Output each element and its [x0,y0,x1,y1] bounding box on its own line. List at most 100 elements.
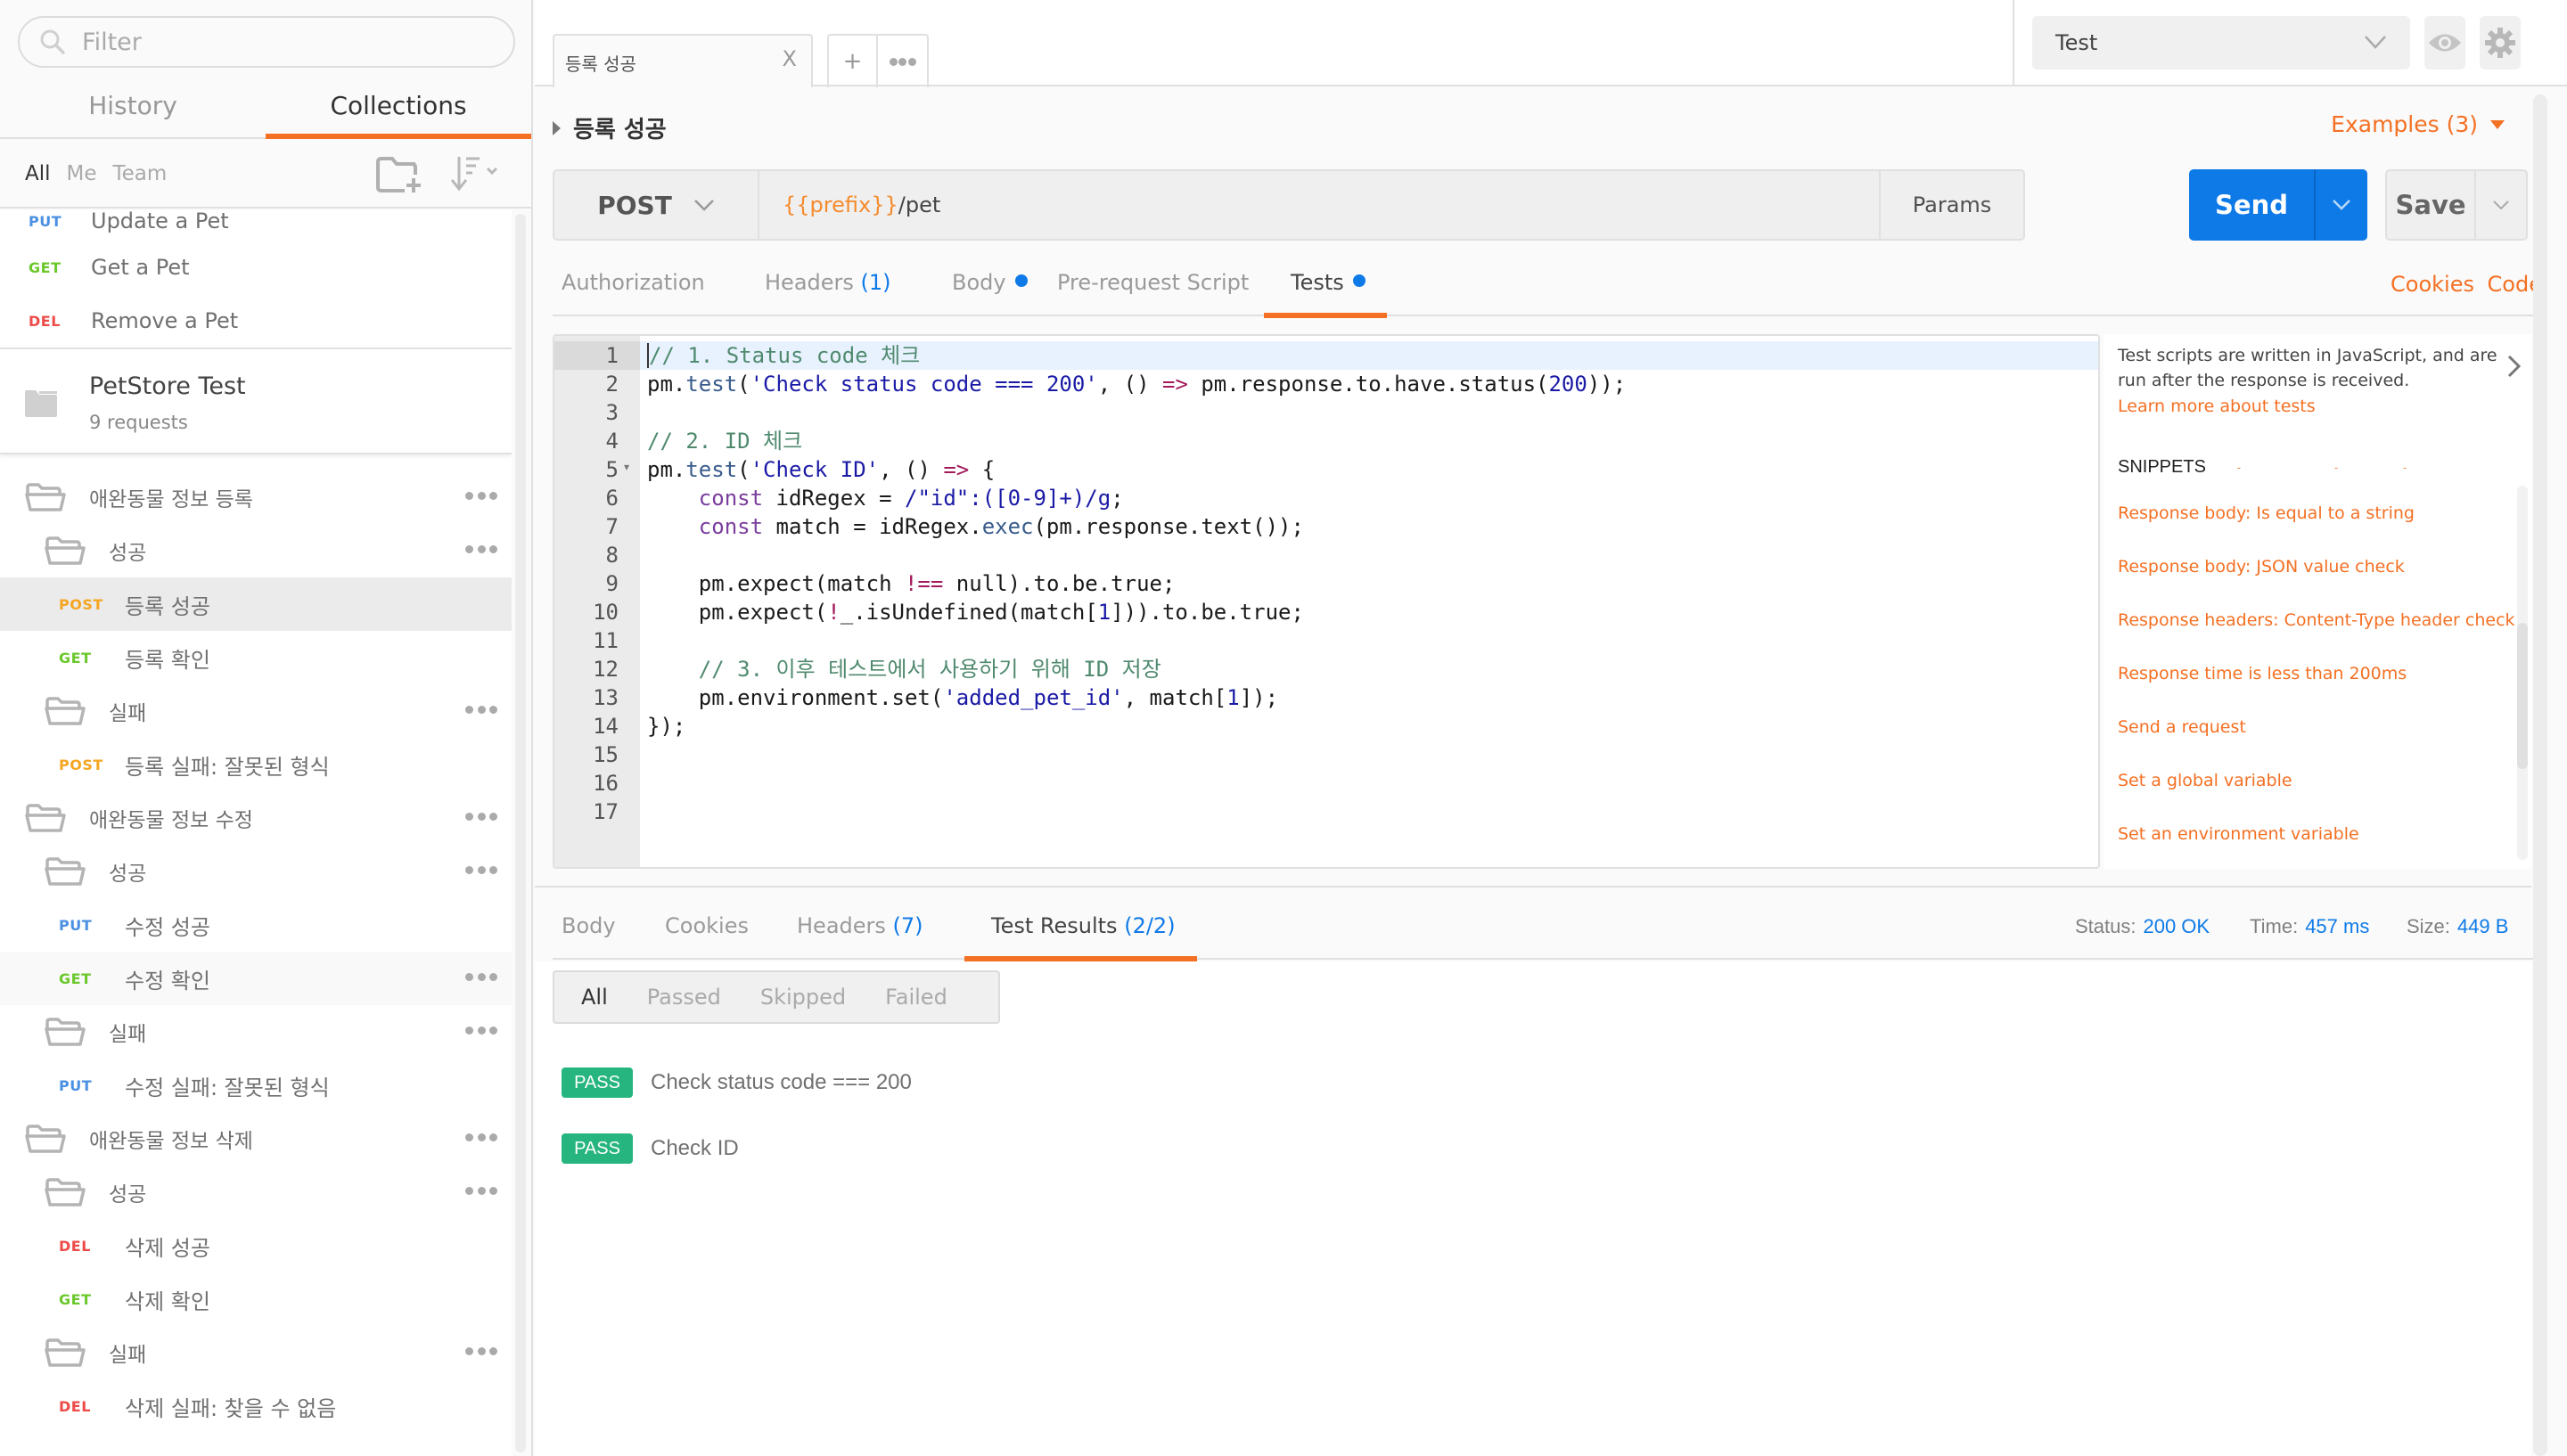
new-collection-icon[interactable] [374,155,424,194]
tab-tests[interactable]: Tests [1264,270,1387,318]
folder-item[interactable]: 실패 [0,1326,512,1379]
folder-item[interactable]: 성공 [0,1166,512,1219]
code-line: pm.expect(match !== null).to.be.true; [647,571,1176,596]
snippet-item[interactable]: Send a request [2118,717,2246,737]
method-select[interactable]: POST [554,171,759,239]
folder-item[interactable]: 성공 [0,524,512,577]
more-options-icon[interactable] [465,540,497,558]
environment-quick-look-button[interactable] [2424,16,2465,70]
response-tab-headers[interactable]: Headers (7) [797,913,923,960]
request-item[interactable]: GET Get a Pet [0,241,512,294]
scope-all[interactable]: All [25,162,51,185]
request-title[interactable]: 등록 성공 [553,111,667,144]
snippet-item[interactable]: Set an environment variable [2118,824,2359,844]
filter-skipped[interactable]: Skipped [760,985,846,1010]
response-tab-body[interactable]: Body [562,913,616,960]
folder-name: 성공 [109,863,147,886]
new-tab-button[interactable]: + [829,36,879,87]
environment-select[interactable]: Test [2032,16,2410,70]
line-number: 8 [605,543,619,568]
folder-icon [45,857,86,886]
method-badge: PUT [59,1076,93,1094]
more-options-icon[interactable] [465,861,497,879]
send-button[interactable]: Send [2189,169,2314,241]
more-options-icon[interactable] [465,968,497,986]
request-item[interactable]: GET 등록 확인 [0,631,512,684]
cookies-link[interactable]: Cookies [2391,272,2474,297]
request-name: Update a Pet [91,210,229,233]
request-item[interactable]: DEL 삭제 성공 [0,1219,512,1272]
folder-item[interactable]: 애완동물 정보 수정 [0,791,512,845]
method-badge: POST [59,756,103,773]
send-dropdown-button[interactable] [2314,169,2367,241]
more-icon [889,53,916,70]
snippet-item[interactable]: Response time is less than 200ms [2118,664,2407,683]
line-number: 16 [593,771,619,796]
snippet-item[interactable]: Set a global variable [2118,771,2292,790]
filter-passed[interactable]: Passed [647,985,721,1010]
folder-item[interactable]: 실패 [0,684,512,738]
more-options-icon[interactable] [465,1342,497,1360]
tab-history[interactable]: History [0,80,266,137]
sidebar-scrollbar[interactable] [515,214,526,1452]
gear-icon [2485,28,2515,58]
request-item[interactable]: POST 등록 성공 [0,577,512,631]
response-tab-cookies[interactable]: Cookies [665,913,749,960]
filter-field[interactable] [18,16,515,68]
fold-toggle-icon[interactable]: ▾ [624,461,629,473]
request-item[interactable]: PUT 수정 실패: 잘못된 형식 [0,1059,512,1112]
more-options-icon[interactable] [465,1128,497,1146]
more-options-icon[interactable] [465,1182,497,1199]
filter-failed[interactable]: Failed [885,985,947,1010]
sort-icon[interactable] [450,155,504,194]
request-item[interactable]: DEL 삭제 실패: 찾을 수 없음 [0,1379,512,1433]
request-name: 등록 확인 [125,647,210,673]
request-item[interactable]: DEL Remove a Pet [0,294,512,348]
settings-button[interactable] [2480,16,2521,70]
folder-item[interactable]: 애완동물 정보 삭제 [0,1112,512,1166]
tests-code-editor[interactable]: 1 2 3 4 5 ▾ 6 7 8 9 10 11 12 13 14 15 16 17 // 1. Status … [553,334,2100,869]
more-options-icon[interactable] [465,700,497,718]
tab-collections[interactable]: Collections [266,80,531,139]
save-button[interactable]: Save [2387,171,2474,239]
chevron-right-icon[interactable] [2506,354,2522,379]
tab-body[interactable]: Body [952,270,1028,316]
scope-team[interactable]: Team [113,162,168,185]
snippets-scrollbar[interactable] [2517,623,2528,769]
params-button[interactable]: Params [1879,171,2023,239]
filter-input[interactable] [82,28,492,56]
folder-name: 실패 [109,1023,147,1046]
tab-headers[interactable]: Headers (1) [765,270,891,316]
save-dropdown-button[interactable] [2474,171,2526,239]
tab-authorization[interactable]: Authorization [562,270,705,316]
examples-dropdown[interactable]: Examples (3) [2331,111,2505,137]
tab-pre-request-script[interactable]: Pre-request Script [1057,270,1249,316]
request-tab[interactable]: 등록 성공 X [553,34,813,87]
request-item[interactable]: POST 등록 실패: 잘못된 형식 [0,738,512,791]
close-tab-icon[interactable]: X [783,46,797,71]
more-options-icon[interactable] [465,487,497,504]
method-badge: GET [29,258,62,276]
request-item[interactable]: GET 수정 확인 [0,952,512,1005]
filter-all[interactable]: All [581,985,608,1010]
more-options-icon[interactable] [465,1021,497,1039]
main-scrollbar[interactable] [2533,94,2547,1456]
collection-header[interactable]: PetStore Test 9 requests [0,348,512,454]
url-input[interactable]: {{prefix}}/pet [761,171,1875,239]
folder-item[interactable]: 성공 [0,845,512,898]
response-tab-test-results[interactable]: Test Results (2/2) [964,913,1197,961]
method-badge: PUT [29,212,62,230]
more-options-icon[interactable] [465,807,497,825]
folder-item[interactable]: 애완동물 정보 등록 [0,470,512,524]
request-item[interactable]: PUT 수정 성공 [0,898,512,952]
line-number: 15 [593,742,619,767]
request-item[interactable]: GET 삭제 확인 [0,1272,512,1326]
snippet-item[interactable]: Response body: Is equal to a string [2118,503,2415,523]
snippet-item[interactable]: Response headers: Content-Type header ch… [2118,610,2515,630]
test-result-row: PASS Check status code === 200 [562,1067,912,1099]
snippet-item[interactable]: Response body: JSON value check [2118,557,2405,577]
folder-item[interactable]: 실패 [0,1005,512,1059]
tab-more-button[interactable] [878,36,927,87]
learn-more-link[interactable]: Learn more about tests [2118,397,2316,416]
scope-me[interactable]: Me [67,162,97,185]
